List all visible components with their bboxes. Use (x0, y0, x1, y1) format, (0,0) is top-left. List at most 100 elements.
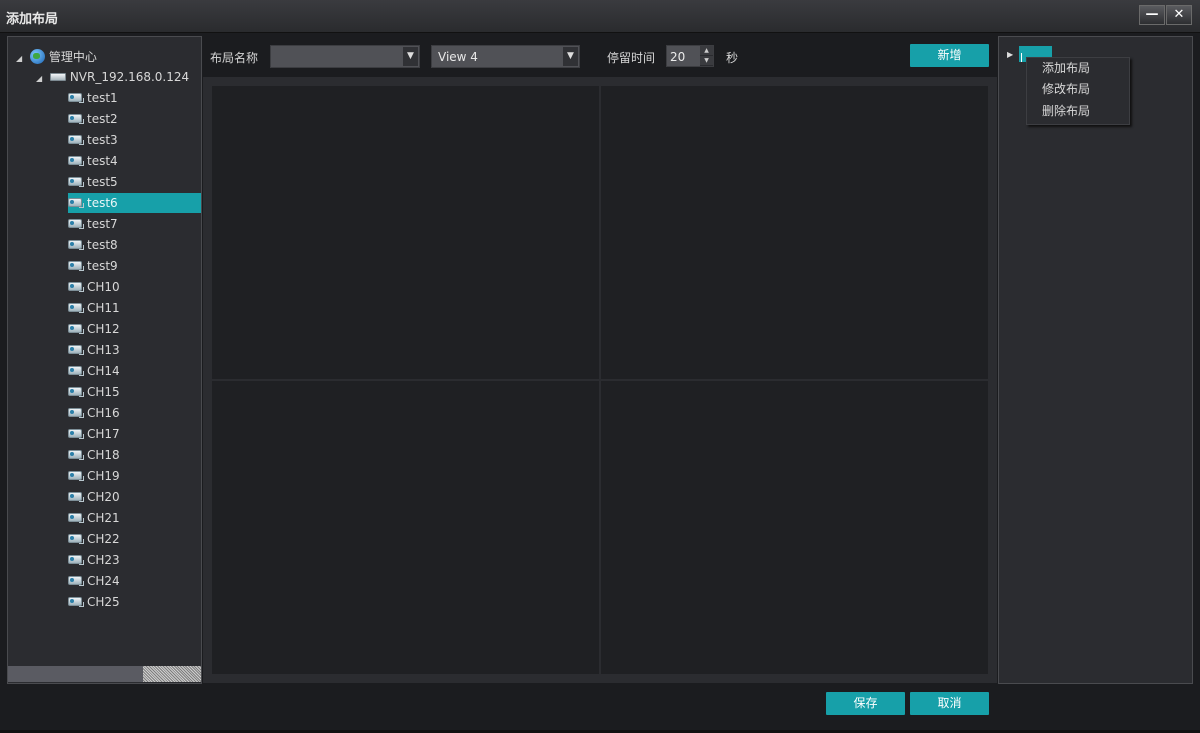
tree-channel-item[interactable]: test9 (68, 256, 118, 276)
view-select[interactable]: View 4 ▼ (431, 45, 580, 68)
spin-up-icon[interactable]: ▲ (700, 46, 713, 56)
tree-channel-item[interactable]: CH18 (68, 445, 120, 465)
camera-icon (68, 281, 84, 292)
camera-icon (68, 260, 84, 271)
tree-channel-item[interactable]: CH20 (68, 487, 120, 507)
camera-icon (68, 470, 84, 481)
tree-channel-item[interactable]: test8 (68, 235, 118, 255)
view-grid (203, 77, 997, 683)
camera-icon (68, 239, 84, 250)
channel-label: CH16 (87, 406, 120, 420)
camera-icon (68, 596, 84, 607)
camera-icon (68, 344, 84, 355)
channel-label: CH12 (87, 322, 120, 336)
camera-icon (68, 113, 84, 124)
menu-item-edit-layout[interactable]: 修改布局 (1042, 79, 1090, 99)
dwell-unit-label: 秒 (726, 51, 739, 65)
channel-label: CH18 (87, 448, 120, 462)
tree-channel-item[interactable]: CH10 (68, 277, 120, 297)
tree-channel-item[interactable]: test1 (68, 88, 118, 108)
collapse-arrow-icon[interactable]: ◢ (36, 69, 46, 89)
channel-label: test4 (87, 154, 118, 168)
layout-tree-panel: ▶ (998, 36, 1193, 684)
tree-channel-item[interactable]: CH23 (68, 550, 120, 570)
tree-channel-item[interactable]: test4 (68, 151, 118, 171)
tree-channel-item[interactable]: CH13 (68, 340, 120, 360)
new-button[interactable]: 新增 (910, 44, 989, 67)
tree-channel-item[interactable]: CH24 (68, 571, 120, 591)
channel-label: test3 (87, 133, 118, 147)
camera-icon (68, 407, 84, 418)
menu-item-delete-layout[interactable]: 删除布局 (1042, 101, 1090, 121)
expand-arrow-icon[interactable]: ▶ (1007, 50, 1013, 59)
tree-channel-item[interactable]: CH12 (68, 319, 120, 339)
channel-label: CH17 (87, 427, 120, 441)
camera-icon (68, 512, 84, 523)
camera-icon (68, 575, 84, 586)
tree-channel-item[interactable]: CH19 (68, 466, 120, 486)
camera-icon (68, 92, 84, 103)
save-button[interactable]: 保存 (826, 692, 905, 715)
channel-label: test7 (87, 217, 118, 231)
tree-channel-item[interactable]: CH15 (68, 382, 120, 402)
camera-icon (68, 176, 84, 187)
tree-channel-item[interactable]: test6 (68, 193, 201, 213)
camera-icon (68, 302, 84, 313)
channel-label: CH25 (87, 595, 120, 609)
channel-label: test9 (87, 259, 118, 273)
close-button[interactable]: ✕ (1166, 5, 1192, 25)
dropdown-arrow-icon[interactable]: ▼ (563, 47, 578, 66)
camera-icon (68, 554, 84, 565)
camera-icon (68, 365, 84, 376)
camera-icon (68, 323, 84, 334)
dwell-time-spinbox[interactable]: 20 ▲ ▼ (666, 45, 714, 67)
tree-nvr-node[interactable]: ◢ NVR_192.168.0.124 (36, 67, 189, 87)
menu-item-add-layout[interactable]: 添加布局 (1042, 58, 1090, 78)
layout-name-combo[interactable]: ▼ (270, 45, 420, 68)
dwell-time-label: 停留时间 (607, 51, 656, 65)
camera-icon (68, 533, 84, 544)
tree-nvr-label: NVR_192.168.0.124 (69, 70, 190, 84)
tree-root[interactable]: ◢ 管理中心 (16, 47, 97, 67)
window-title: 添加布局 (6, 12, 59, 27)
channel-label: test1 (87, 91, 118, 105)
tree-channel-item[interactable]: CH11 (68, 298, 120, 318)
scrollbar-thumb[interactable] (8, 666, 143, 682)
camera-icon (68, 134, 84, 145)
channel-label: CH21 (87, 511, 120, 525)
tree-channel-item[interactable]: test2 (68, 109, 118, 129)
minimize-button[interactable]: — (1139, 5, 1165, 25)
tree-channel-item[interactable]: test3 (68, 130, 118, 150)
channel-label: CH22 (87, 532, 120, 546)
view-cell-2[interactable] (601, 86, 988, 379)
channel-label: CH10 (87, 280, 120, 294)
channel-label: test5 (87, 175, 118, 189)
collapse-arrow-icon[interactable]: ◢ (16, 49, 26, 69)
tree-channel-item[interactable]: CH17 (68, 424, 120, 444)
tree-channel-item[interactable]: CH22 (68, 529, 120, 549)
tree-channel-item[interactable]: test5 (68, 172, 118, 192)
device-tree-panel: ◢ 管理中心 ◢ NVR_192.168.0.124 test1 test2 tes… (7, 36, 202, 684)
dropdown-arrow-icon[interactable]: ▼ (403, 47, 418, 66)
tree-channel-item[interactable]: CH21 (68, 508, 120, 528)
scrollbar-track[interactable] (143, 666, 201, 682)
camera-icon (68, 386, 84, 397)
channel-label: CH11 (87, 301, 120, 315)
tree-channel-item[interactable]: CH25 (68, 592, 120, 612)
view-cell-4[interactable] (601, 381, 988, 674)
tree-channel-item[interactable]: test7 (68, 214, 118, 234)
spin-down-icon[interactable]: ▼ (700, 56, 713, 66)
view-cell-3[interactable] (212, 381, 599, 674)
layout-name-label: 布局名称 (210, 51, 259, 65)
node-marker-icon (1021, 53, 1024, 62)
cancel-button[interactable]: 取消 (910, 692, 989, 715)
camera-icon (68, 491, 84, 502)
view-cell-1[interactable] (212, 86, 599, 379)
tree-channel-item[interactable]: CH16 (68, 403, 120, 423)
tree-horizontal-scrollbar[interactable] (8, 665, 201, 683)
channel-label: CH13 (87, 343, 120, 357)
tree-channel-item[interactable]: CH14 (68, 361, 120, 381)
channel-label: CH19 (87, 469, 120, 483)
channel-label: CH20 (87, 490, 120, 504)
channel-label: test8 (87, 238, 118, 252)
